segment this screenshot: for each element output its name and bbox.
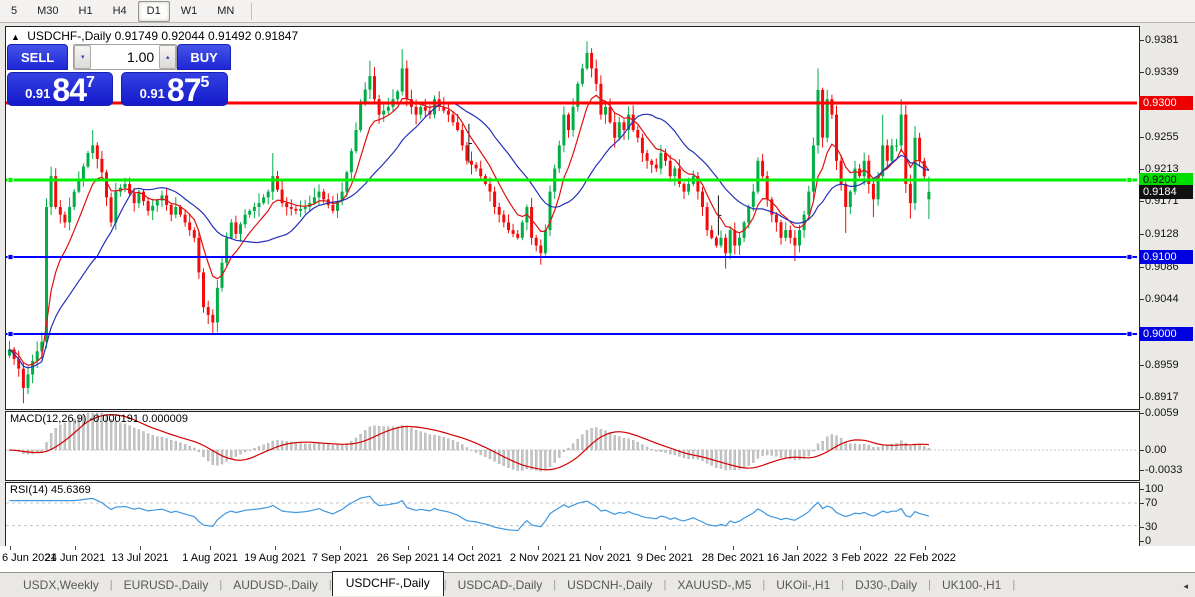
price-tick-label: 0.8959	[1139, 358, 1179, 371]
sell-price-prefix: 0.91	[25, 86, 51, 101]
rsi-tick-label: 30	[1138, 521, 1158, 533]
price-tick-label: 0.9255	[1139, 130, 1179, 143]
price-level-badge: 0.9000	[1139, 326, 1193, 341]
price-tick-label: 0.9044	[1139, 293, 1179, 306]
date-tick	[600, 546, 601, 550]
date-label: 28 Dec 2021	[701, 552, 765, 564]
chart-tab-usdx-weekly[interactable]: USDX,Weekly	[12, 575, 110, 595]
volume-input[interactable]	[91, 47, 160, 67]
date-tick	[860, 546, 861, 550]
macd-tick-label: 0.00	[1138, 444, 1167, 456]
macd-indicator-window[interactable]: MACD(12,26,9) -0.000191 0.000009	[5, 411, 1140, 481]
one-click-panel-arrow-icon[interactable]: ▲	[11, 32, 20, 42]
rsi-tick-label: 100	[1138, 483, 1164, 495]
date-tick	[275, 546, 276, 550]
toolbar-separator	[251, 2, 253, 20]
macd-tick-label: -0.0033	[1138, 464, 1183, 476]
price-level-badge: 0.9184	[1139, 184, 1193, 199]
price-axis[interactable]: 0.93810.93390.92970.92550.92130.91710.91…	[1138, 26, 1195, 547]
macd-tick-label: 0.0059	[1139, 407, 1179, 419]
chart-tab-usdcnh-daily[interactable]: USDCNH-,Daily	[556, 575, 663, 595]
chart-tab-ukoil-h1[interactable]: UKOil-,H1	[765, 575, 841, 595]
date-label: 22 Feb 2022	[894, 552, 956, 564]
volume-control: ▾ ▴	[73, 44, 178, 70]
buy-price-big-digits: 87	[166, 72, 202, 108]
date-label: 19 Aug 2021	[244, 552, 306, 564]
timeframe-button-w1[interactable]: W1	[172, 1, 207, 22]
rsi-tick-label: 70	[1138, 497, 1158, 509]
rsi-label: RSI(14) 45.6369	[10, 484, 91, 496]
timeframe-button-h4[interactable]: H4	[104, 1, 136, 22]
date-tick	[210, 546, 211, 550]
date-tick	[75, 546, 76, 550]
date-label: 16 Jan 2022	[766, 552, 828, 564]
sell-button[interactable]: SELL	[7, 44, 69, 70]
date-tick	[140, 546, 141, 550]
date-label: 7 Sep 2021	[311, 552, 369, 564]
date-tick	[733, 546, 734, 550]
rsi-tick-label: 0	[1138, 535, 1152, 547]
chart-title: ▲ USDCHF-,Daily 0.91749 0.92044 0.91492 …	[11, 29, 298, 43]
chart-symbol: USDCHF-,Daily	[27, 29, 112, 43]
chart-tab-audusd-daily[interactable]: AUDUSD-,Daily	[222, 575, 329, 595]
tab-scroll-left-icon[interactable]: ◂	[1183, 581, 1188, 592]
chart-tab-usdcad-daily[interactable]: USDCAD-,Daily	[447, 575, 554, 595]
sell-price-box[interactable]: 0.91 84 7	[7, 72, 113, 106]
date-label: 14 Oct 2021	[442, 552, 502, 564]
volume-increase-button[interactable]: ▴	[159, 45, 177, 69]
chart-ohlc-values: 0.91749 0.92044 0.91492 0.91847	[114, 29, 299, 43]
timeframe-button-h1[interactable]: H1	[70, 1, 102, 22]
date-label: 26 Sep 2021	[376, 552, 440, 564]
price-tick-label: 0.9128	[1139, 228, 1179, 241]
date-tick	[472, 546, 473, 550]
chart-tab-xauusd-m5[interactable]: XAUUSD-,M5	[666, 575, 762, 595]
buy-price-prefix: 0.91	[139, 86, 165, 101]
date-tick	[538, 546, 539, 550]
tab-separator: |	[1012, 579, 1016, 591]
buy-button[interactable]: BUY	[177, 44, 231, 70]
date-tick	[797, 546, 798, 550]
one-click-trading-panel: SELL ▾ ▴ BUY 0.91 84 7 0.91 87 5	[7, 44, 231, 106]
date-tick	[925, 546, 926, 550]
timeframe-button-5[interactable]: 5	[2, 1, 26, 22]
price-tick-label: 0.9339	[1139, 66, 1179, 78]
timeframe-button-d1[interactable]: D1	[137, 0, 170, 22]
date-label: 24 Jun 2021	[44, 552, 106, 564]
date-label: 21 Nov 2021	[568, 552, 632, 564]
date-label: 3 Feb 2022	[832, 552, 888, 564]
rsi-indicator-window[interactable]: RSI(14) 45.6369	[5, 482, 1140, 547]
chart-tab-usdchf-daily[interactable]: USDCHF-,Daily	[331, 570, 444, 596]
sell-price-pip-digit: 7	[86, 74, 95, 91]
date-tick	[665, 546, 666, 550]
price-level-badge: 0.9100	[1139, 249, 1193, 264]
date-tick	[10, 546, 11, 550]
chevron-up-icon: ▴	[165, 54, 170, 61]
date-tick	[408, 546, 409, 550]
price-level-badge: 0.9300	[1139, 95, 1193, 110]
price-tick-label: 0.8917	[1139, 390, 1179, 403]
timeframe-toolbar: 5 M30 H1 H4 D1 W1 MN	[0, 0, 1195, 23]
price-tick-label: 0.9381	[1139, 33, 1179, 46]
timeframe-button-mn[interactable]: MN	[208, 1, 243, 22]
chart-tab-uk100-h1[interactable]: UK100-,H1	[931, 575, 1012, 595]
date-tick	[340, 546, 341, 550]
date-label: 2 Nov 2021	[509, 552, 567, 564]
timeframe-button-m30[interactable]: M30	[28, 1, 67, 22]
date-label: 1 Aug 2021	[182, 552, 238, 564]
sell-price-big-digits: 84	[52, 72, 87, 108]
chart-tab-dj30-daily[interactable]: DJ30-,Daily	[844, 575, 928, 595]
chart-tab-eurusd-daily[interactable]: EURUSD-,Daily	[113, 575, 220, 595]
volume-decrease-button[interactable]: ▾	[74, 45, 92, 69]
buy-price-box[interactable]: 0.91 87 5	[121, 72, 228, 106]
buy-price-pip-digit: 5	[200, 74, 210, 91]
macd-label: MACD(12,26,9) -0.000191 0.000009	[10, 413, 188, 425]
date-label: 9 Dec 2021	[636, 552, 694, 564]
chart-tab-bar: USDX,Weekly | EURUSD-,Daily | AUDUSD-,Daily |…	[0, 570, 1195, 597]
date-axis[interactable]: 6 Jun 2021 24 Jun 2021 13 Jul 2021 1 Aug 20…	[0, 546, 1195, 572]
date-label: 13 Jul 2021	[111, 552, 169, 564]
chevron-down-icon: ▾	[80, 54, 85, 61]
